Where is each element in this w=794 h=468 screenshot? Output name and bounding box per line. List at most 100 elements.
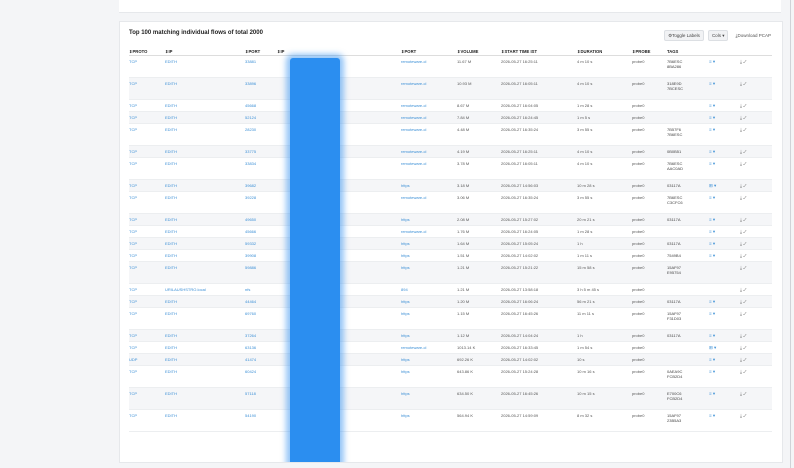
download-icon[interactable]: ⤓ ✓ [740, 145, 772, 158]
download-icon[interactable]: ⤓ ✓ [740, 409, 772, 432]
download-icon[interactable]: ⤓ ✓ [740, 157, 772, 180]
tag-label[interactable]: 03117A [667, 217, 709, 222]
tag-label[interactable]: 7BCESC [667, 86, 709, 91]
cell-src-ip[interactable]: EDITH [165, 179, 245, 192]
table-row[interactable]: TCP EDITH 69760 https 1.15 M 2026-05-27 16:45… [129, 307, 772, 330]
cell-src-port[interactable]: 59886 [245, 261, 277, 284]
tag-label[interactable]: F31D03 [667, 316, 709, 321]
cell-src-port[interactable]: 63136 [245, 341, 277, 354]
cell-src-port[interactable]: 39228 [245, 191, 277, 214]
column-header[interactable]: ⇕IP [165, 47, 245, 56]
cell-dst-port[interactable]: https [401, 249, 457, 262]
cell-proto[interactable]: TCP [129, 123, 165, 146]
cell-dst-port[interactable]: remoteware-cl [401, 111, 457, 124]
cell-src-ip[interactable]: EDITH [165, 353, 245, 366]
download-icon[interactable]: ⤓ ✓ [740, 295, 772, 308]
cell-src-ip[interactable]: EDITH [165, 237, 245, 250]
table-row[interactable]: TCP EDITH 63136 remoteware-cl 1013.14 K 2026-… [129, 341, 772, 354]
cell-proto[interactable]: TCP [129, 237, 165, 250]
row-menu-button[interactable]: ≡ ▾ [709, 111, 740, 124]
download-icon[interactable]: ⤓ ✓ [740, 261, 772, 284]
cell-proto[interactable]: TCP [129, 295, 165, 308]
table-row[interactable]: TCP EDITH 33896 remoteware-cl 10.93 M 2026-05… [129, 77, 772, 100]
tag-label[interactable]: E95754 [667, 270, 709, 275]
cell-proto[interactable]: TCP [129, 179, 165, 192]
cell-src-ip[interactable]: EDITH [165, 295, 245, 308]
cell-dst-port[interactable]: https [401, 261, 457, 284]
column-header[interactable]: ⇕PROBE [632, 47, 667, 56]
column-header[interactable]: ⇕IP [277, 47, 401, 56]
table-row[interactable]: TCP EDITH 33881 remoteware-cl 11.67 M 2026-05… [129, 55, 772, 78]
cell-proto[interactable]: TCP [129, 249, 165, 262]
cell-proto[interactable]: TCP [129, 111, 165, 124]
cell-src-ip[interactable]: EDITH [165, 365, 245, 388]
row-menu-button[interactable]: ≡ ▾ [709, 213, 740, 226]
cell-dst-port[interactable]: https [401, 329, 457, 342]
table-row[interactable]: TCP EDITH 45668 remoteware-cl 8.67 M 2026-05-… [129, 99, 772, 112]
cell-dst-port[interactable]: https [401, 365, 457, 388]
row-menu-button[interactable]: ≡ ▾ [709, 353, 740, 366]
cell-src-port[interactable]: 28230 [245, 123, 277, 146]
tag-label[interactable]: 03117A [667, 183, 709, 188]
cell-src-ip[interactable]: EDITH [165, 341, 245, 354]
tag-label[interactable]: 03117A [667, 299, 709, 304]
cell-dst-port[interactable]: https [401, 307, 457, 330]
table-row[interactable]: TCP EDITH 39682 https 3.18 M 2026-05-27 14:56… [129, 179, 772, 192]
table-row[interactable]: TCP EDITH 49650 https 2.08 M 2026-05-27 15:27… [129, 213, 772, 226]
cell-src-ip[interactable]: EDITH [165, 261, 245, 284]
tag-label[interactable]: 23B5A3 [667, 418, 709, 423]
cols-dropdown[interactable]: Cols ▾ [707, 30, 729, 41]
tag-label[interactable]: 0B0B51 [667, 149, 709, 154]
cell-src-port[interactable]: 41474 [245, 353, 277, 366]
cell-src-port[interactable]: 33896 [245, 77, 277, 100]
cell-src-ip[interactable]: EDITH [165, 249, 245, 262]
table-row[interactable]: TCP EDITH 59332 https 1.64 M 2026-05-27 15:05… [129, 237, 772, 250]
table-row[interactable]: TCP EDITH 54190 https 564.94 K 2026-05-27 14:… [129, 409, 772, 432]
cell-src-ip[interactable]: EDITH [165, 307, 245, 330]
download-icon[interactable]: ⤓ ✓ [740, 329, 772, 342]
tag-label[interactable]: AAC0AD [667, 166, 709, 171]
table-row[interactable]: TCP EDITH 33775 remoteware-cl 4.19 M 2026-05-… [129, 145, 772, 158]
cell-src-port[interactable]: 39908 [245, 249, 277, 262]
tag-label[interactable]: 03117A [667, 333, 709, 338]
cell-src-port[interactable]: 54190 [245, 409, 277, 432]
download-pcap-button[interactable]: ⤓Download PCAP [732, 31, 774, 40]
download-icon[interactable]: ⤓ ✓ [740, 341, 772, 354]
cell-src-ip[interactable]: EDITH [165, 111, 245, 124]
cell-src-ip[interactable]: EDITH [165, 213, 245, 226]
cell-src-ip[interactable]: EDITH [165, 387, 245, 410]
tag-label[interactable]: 7549B4 [667, 253, 709, 258]
cell-src-port[interactable]: 39682 [245, 179, 277, 192]
cell-dst-port[interactable]: https [401, 213, 457, 226]
row-menu-button[interactable]: ≡ ▾ [709, 387, 740, 410]
cell-dst-port[interactable]: remoteware-cl [401, 145, 457, 158]
cell-dst-port[interactable]: https [401, 179, 457, 192]
cell-proto[interactable]: TCP [129, 329, 165, 342]
row-menu-button[interactable]: ≡ ▾ [709, 409, 740, 432]
cell-proto[interactable]: TCP [129, 225, 165, 238]
row-menu-button[interactable]: ≡ ▾ [709, 191, 740, 214]
table-row[interactable]: TCP EDITH 60424 https 643.86 K 2026-05-27 15:… [129, 365, 772, 388]
download-icon[interactable]: ⤓ ✓ [740, 387, 772, 410]
row-menu-button[interactable]: ≡ ▾ [709, 55, 740, 78]
table-row[interactable]: TCP EDITH 28230 remoteware-cl 4.48 M 2026-05-… [129, 123, 772, 146]
row-menu-button[interactable]: ≡ ▾ [709, 329, 740, 342]
cell-proto[interactable]: TCP [129, 307, 165, 330]
toggle-labels-button[interactable]: ⚙Toggle Labels [664, 30, 704, 41]
cell-dst-port[interactable]: remoteware-cl [401, 191, 457, 214]
cell-src-ip[interactable]: EDITH [165, 409, 245, 432]
row-menu-button[interactable]: ≡ ▾ [709, 145, 740, 158]
table-row[interactable]: TCP EDITH 39908 https 1.51 M 2026-05-27 14:02… [129, 249, 772, 262]
cell-src-port[interactable]: 33775 [245, 145, 277, 158]
row-menu-button[interactable] [709, 283, 740, 296]
table-row[interactable]: TCP EDITH 44464 https 1.20 M 2026-05-27 16:06… [129, 295, 772, 308]
table-row[interactable]: TCP EDITH 52124 remoteware-cl 7.84 M 2026-05-… [129, 111, 772, 124]
tag-label[interactable]: 7B6ESC [667, 132, 709, 137]
download-icon[interactable]: ⤓ ✓ [740, 111, 772, 124]
column-header[interactable]: ⇕PORT [245, 47, 277, 56]
cell-src-port[interactable]: 57118 [245, 387, 277, 410]
row-menu-button[interactable] [709, 261, 740, 284]
table-row[interactable]: TCP URILAUSHSTRO.local nfs 894 1.21 M 2026-05… [129, 283, 772, 296]
table-row[interactable]: TCP EDITH 57118 https 634.50 K 2026-05-27 16:… [129, 387, 772, 410]
download-icon[interactable]: ⤓ ✓ [740, 225, 772, 238]
